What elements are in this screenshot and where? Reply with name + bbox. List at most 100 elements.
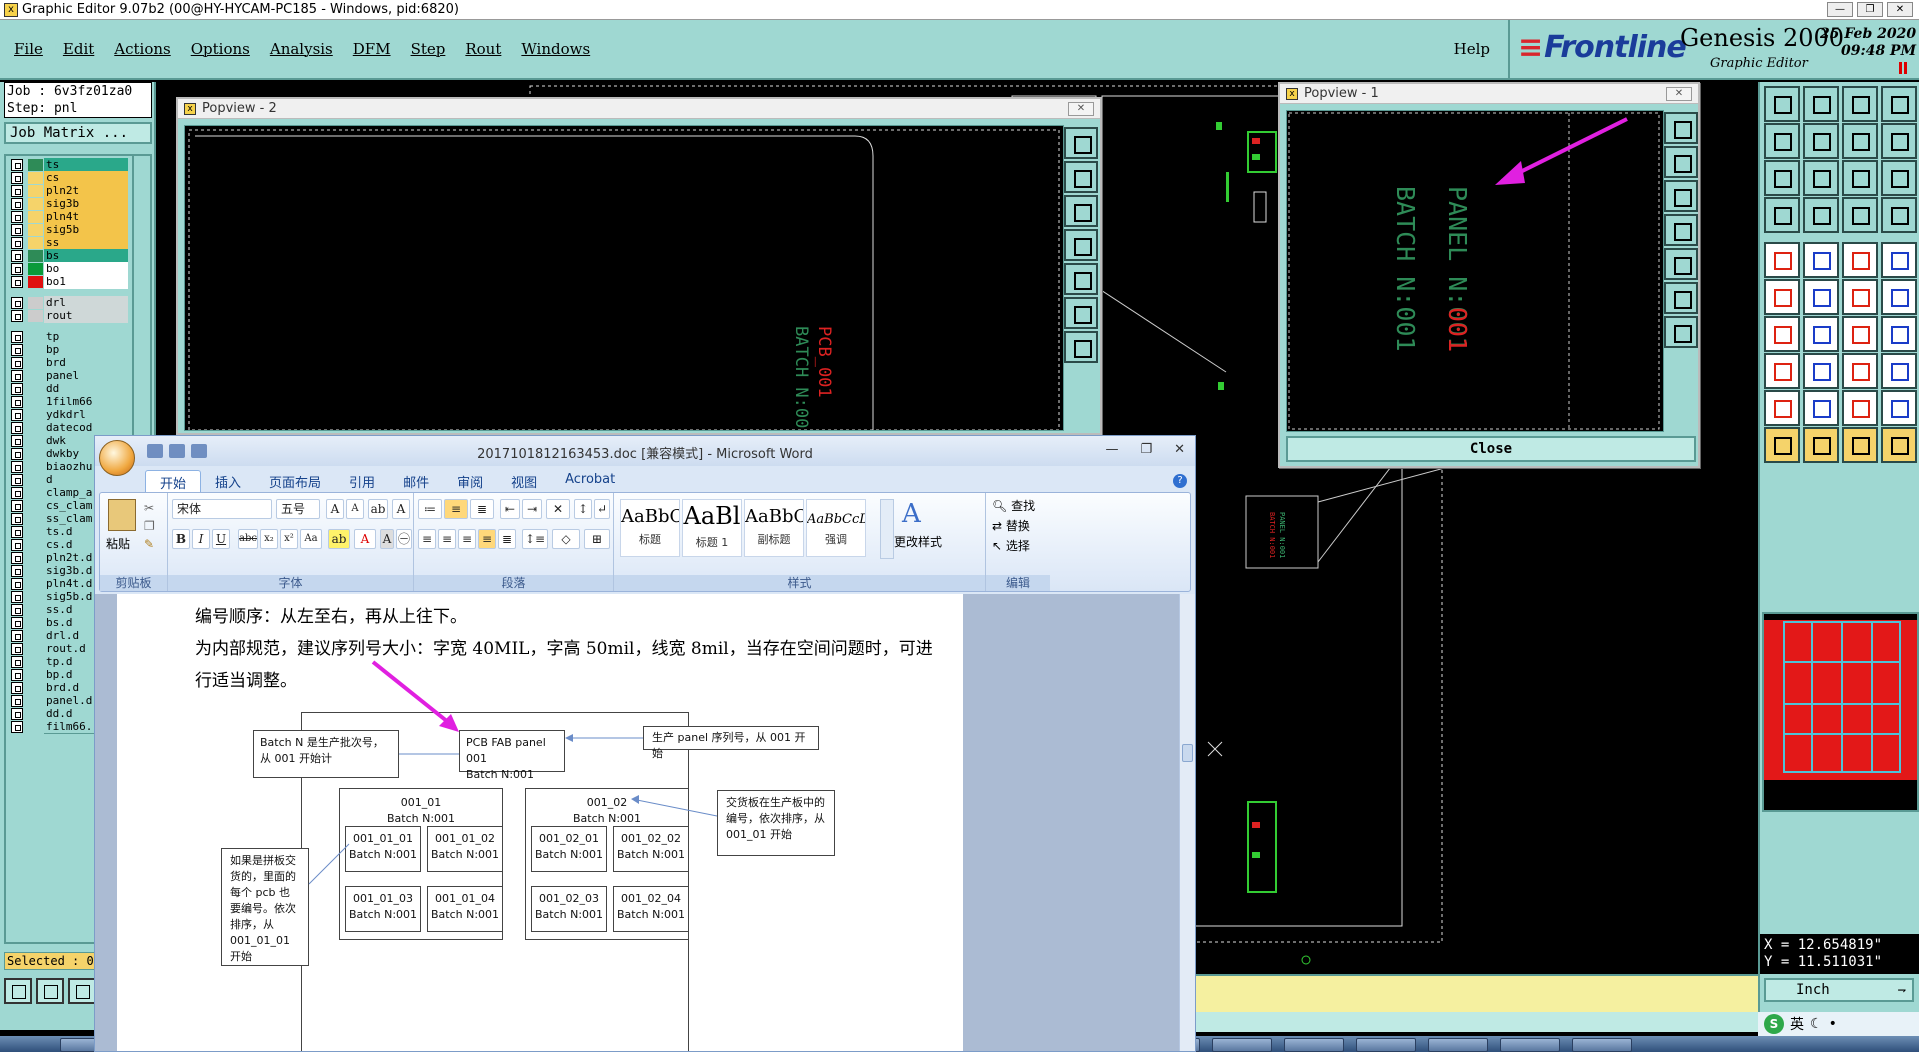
pv-zoom-in-icon[interactable] [1064,127,1098,159]
ribbon-tab-0[interactable]: 开始 [145,470,202,492]
shading-icon[interactable]: ◇ [552,529,580,549]
decrease-indent-icon[interactable]: ⇤ [500,499,520,519]
grid-icon[interactable] [68,978,96,1004]
cross-node-icon[interactable] [1803,279,1839,315]
highlight-icon[interactable]: ab [328,529,350,549]
grid-toggle-icon[interactable] [1803,197,1839,233]
cut-icon[interactable]: ✂ [144,501,154,515]
snap-icon[interactable] [1881,353,1917,389]
style-option[interactable]: AaBl 标题 1 [682,499,742,557]
layer-row-bo1[interactable]: bo1 [6,275,128,289]
align-right-icon[interactable]: ≡ [458,529,476,549]
taskbar-button[interactable] [1284,1038,1344,1052]
window-left-icon[interactable] [1764,123,1800,159]
layer-checkbox[interactable] [11,552,23,564]
ribbon-tab-3[interactable]: 引用 [335,470,389,492]
layer-checkbox[interactable] [11,344,23,356]
layer-checkbox[interactable] [11,461,23,473]
justify-icon[interactable]: ≡ [478,529,496,549]
units-selector[interactable]: Inch ⇁ [1764,978,1914,1002]
minimize-button[interactable]: — [1827,2,1853,17]
underline-icon[interactable]: U [212,529,230,549]
layer-checkbox[interactable] [11,263,23,275]
fit-arrows-icon[interactable] [1803,160,1839,196]
layer-checkbox[interactable] [11,617,23,629]
split-icon[interactable] [1842,123,1878,159]
layer-checkbox[interactable] [11,310,23,322]
pv1-pan-icon[interactable] [1664,282,1698,314]
layer-checkbox[interactable] [11,435,23,447]
save-icon[interactable] [147,444,163,458]
layer-row-sig5b[interactable]: sig5b [6,223,128,237]
layer-checkbox[interactable] [11,578,23,590]
clear-format-icon[interactable]: ab [368,499,388,519]
menu-edit[interactable]: Edit [63,40,94,58]
word-restore-button[interactable]: ❐ [1140,442,1152,457]
layer-checkbox[interactable] [11,708,23,720]
close-button[interactable]: ✕ [1887,2,1913,17]
triangle-icon[interactable] [1764,390,1800,426]
multilevel-list-icon[interactable]: ≣ [470,499,494,519]
command-bar[interactable] [1196,1012,1758,1032]
distributed-icon[interactable]: ≣ [498,529,516,549]
select-button[interactable]: ↖ 选择 [992,537,1030,554]
ribbon-tab-2[interactable]: 页面布局 [255,470,335,492]
menu-rout[interactable]: Rout [465,40,501,58]
layer-checkbox[interactable] [11,474,23,486]
align-center-icon[interactable]: ≡ [438,529,456,549]
layer-checkbox[interactable] [11,643,23,655]
layer-row-bo[interactable]: bo [6,262,128,276]
layer-checkbox[interactable] [11,591,23,603]
menu-options[interactable]: Options [191,40,250,58]
ribbon-tab-4[interactable]: 邮件 [389,470,443,492]
numbering-icon[interactable]: ≡ [444,499,468,519]
style-gallery-scroll[interactable] [880,499,894,559]
pv-zoom-back-icon[interactable] [1064,229,1098,261]
layer-checkbox[interactable] [11,669,23,681]
pv1-zoom-in-icon[interactable] [1664,112,1698,144]
layer-row-bs[interactable]: bs [6,249,128,263]
flash-icon[interactable] [1803,242,1839,278]
layer-select-icon[interactable] [1842,197,1878,233]
pv-zoom-out-icon[interactable] [1064,161,1098,193]
taskbar-button[interactable] [1572,1038,1632,1052]
layer-row-cs[interactable]: cs [6,171,128,185]
layer-checkbox[interactable] [11,565,23,577]
taskbar-button[interactable] [1428,1038,1488,1052]
word-close-button[interactable]: ✕ [1174,442,1185,457]
measure-icon[interactable] [1764,197,1800,233]
pv-pan-icon[interactable] [1064,297,1098,329]
layer-checkbox[interactable] [11,250,23,262]
layer-checkbox[interactable] [11,422,23,434]
layer-checkbox[interactable] [11,370,23,382]
pv1-zoom-home-icon[interactable] [1664,180,1698,212]
popview-1-canvas[interactable]: PANEL N:001 BATCH N:001 001 [1286,110,1664,432]
layer-checkbox[interactable] [11,513,23,525]
word-minimize-button[interactable]: — [1105,442,1118,457]
pointer-fill-icon[interactable] [1803,427,1839,463]
layer-row-1film66[interactable]: 1film66 [6,395,128,409]
net-icon[interactable] [1842,353,1878,389]
document-scrollbar[interactable] [1179,594,1195,1051]
char-shading-icon[interactable]: A [380,529,394,549]
home-icon[interactable] [1842,86,1878,122]
popview-1-close-button[interactable]: Close [1286,436,1696,462]
layer-row-rout[interactable]: rout [6,309,128,323]
layer-checkbox[interactable] [11,331,23,343]
pad-select-icon[interactable] [1764,353,1800,389]
copy-icon[interactable]: ❐ [144,519,155,533]
draw-line-icon[interactable] [1764,316,1800,352]
ribbon-tab-7[interactable]: Acrobat [551,470,629,492]
menu-step[interactable]: Step [411,40,446,58]
help-icon[interactable]: ? [1173,474,1187,488]
increase-indent-icon[interactable]: ⇥ [522,499,542,519]
scroll-thumb[interactable] [1182,744,1193,762]
replace-button[interactable]: ⇄ 替换 [992,517,1030,534]
superscript-icon[interactable]: x² [280,529,298,549]
layer-row-ts[interactable]: ts [6,158,128,172]
window-down-icon[interactable] [1803,86,1839,122]
taskbar-button[interactable] [1212,1038,1272,1052]
popview-2-canvas[interactable]: BATCH N:001 PCB_001 [184,125,1064,431]
pan-fit-icon[interactable] [1764,160,1800,196]
layer-row-dd[interactable]: dd [6,382,128,396]
